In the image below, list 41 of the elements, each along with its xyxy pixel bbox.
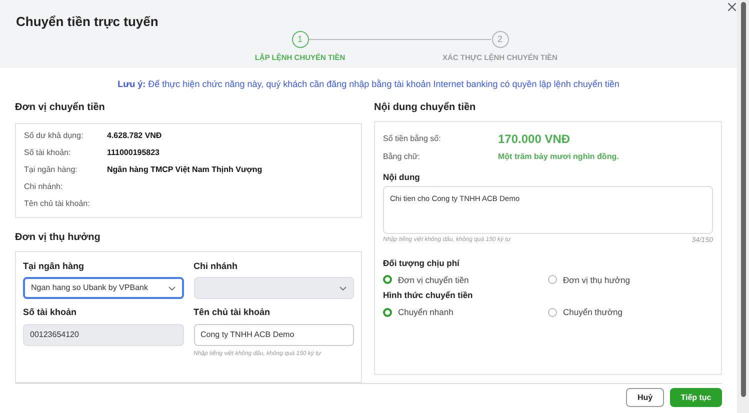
amount-value: 170.000 VNĐ <box>498 130 570 148</box>
radio-button[interactable] <box>383 275 392 284</box>
info-value: Ngân hàng TMCP Việt Nam Thịnh Vượng <box>107 164 262 176</box>
chevron-down-icon <box>339 286 347 290</box>
info-label: Tên chủ tài khoản: <box>24 198 91 210</box>
info-label: Bằng chữ: <box>383 150 421 162</box>
info-label: Số tiền bằng số: <box>383 132 442 144</box>
group-label: Đối tượng chịu phí <box>383 256 460 270</box>
section-title: Nội dung chuyển tiền <box>374 100 477 114</box>
field-label: Tại ngân hàng <box>23 260 86 273</box>
field-label: Tên chủ tài khoản <box>194 306 272 319</box>
step-number: 1 <box>292 31 308 48</box>
section-title: Đơn vị chuyển tiền <box>15 100 106 114</box>
step-number: 2 <box>492 31 508 48</box>
info-label: Chi nhánh: <box>24 180 64 193</box>
notice-text: Lưu ý: Để thực hiện chức năng này, quý khách cần đăng nhập bằng tài khoản Internet banking có quyền lập lệnh chuyển tiền <box>116 78 620 91</box>
amount-words: Một trăm bảy mươi nghìn đồng. <box>498 150 619 162</box>
field-label: Số tài khoản <box>23 306 78 319</box>
dropdown[interactable]: Ngan hang so Ubank by VPBank <box>23 277 184 299</box>
info-value: 4.628.782 VNĐ <box>107 130 162 142</box>
scrollbar[interactable] <box>737 0 749 413</box>
section-title: Đơn vị thụ hưởng <box>15 230 102 244</box>
info-label: Số dư khả dụng: <box>24 130 84 142</box>
info-value: 111000195823 <box>107 147 160 160</box>
radio-button[interactable] <box>383 308 392 317</box>
radio-label: Chuyển thường <box>563 306 622 319</box>
field-label: Nội dung <box>383 170 421 184</box>
cancel-button[interactable]: Huỷ <box>626 388 664 407</box>
radio-button[interactable] <box>548 308 557 317</box>
radio-label: Đơn vị chuyển tiền <box>398 274 469 286</box>
info-label: Tại ngân hàng: <box>24 164 78 176</box>
field-label: Chi nhánh <box>194 260 238 272</box>
radio-button[interactable] <box>548 275 557 284</box>
close-icon[interactable] <box>728 3 736 11</box>
input-field[interactable]: Cong ty TNHH ACB Demo <box>194 324 354 346</box>
info-label: Số tài khoản: <box>24 147 72 160</box>
radio-label: Đơn vị thụ hưởng <box>563 274 630 286</box>
dialog-title: Chuyển tiền trực tuyến <box>16 13 160 31</box>
group-label: Hình thức chuyển tiền <box>383 289 474 302</box>
radio-label: Chuyển nhanh <box>398 306 454 319</box>
chevron-down-icon <box>168 286 176 290</box>
